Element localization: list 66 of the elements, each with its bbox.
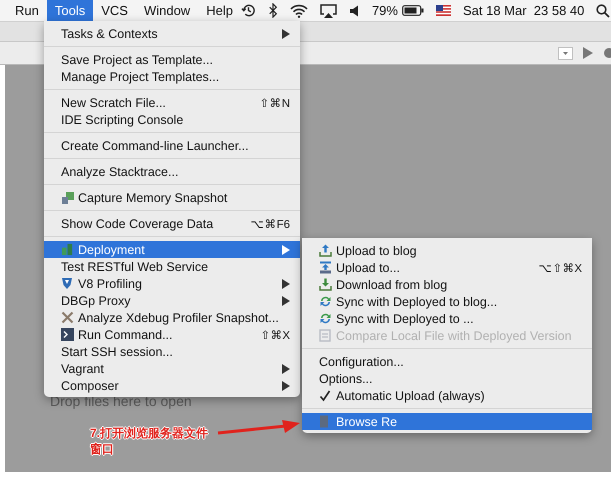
menu-item[interactable]: V8 Profiling — [44, 275, 300, 292]
clock[interactable]: Sat 18 Mar 23 58 40 — [462, 3, 584, 18]
menu-item[interactable]: Analyze Xdebug Profiler Snapshot... — [44, 309, 300, 326]
wifi-icon[interactable] — [290, 4, 308, 18]
battery-percent: 79% — [372, 3, 398, 18]
run-icon[interactable] — [583, 47, 593, 59]
submenu-arrow-icon — [282, 244, 290, 254]
menu-item[interactable]: DBGp Proxy — [44, 292, 300, 309]
menu-item[interactable]: Options... — [302, 370, 592, 387]
menu-item[interactable]: Vagrant — [44, 360, 300, 377]
menu-bar-item[interactable]: Tools — [46, 0, 94, 22]
bug-icon[interactable] — [603, 47, 611, 59]
menu-item[interactable]: Start SSH session... — [44, 343, 300, 360]
submenu-arrow-icon — [282, 28, 290, 38]
menu-item[interactable]: Upload to blog — [302, 242, 592, 259]
menu-item[interactable]: Test RESTful Web Service — [44, 258, 300, 275]
menu-item[interactable]: Browse Re — [302, 413, 592, 430]
shortcut-label: ⌥⇧⌘X — [538, 262, 582, 274]
menu-item[interactable]: Run Command... ⇧⌘X — [44, 326, 300, 343]
annotation-text: 7.打开浏览服务器文件窗口 — [90, 425, 210, 457]
cross-icon — [61, 311, 74, 324]
document-icon — [319, 329, 331, 342]
deployment-icon — [61, 243, 74, 256]
download-icon — [319, 278, 332, 291]
battery-icon[interactable] — [402, 5, 424, 16]
upload-icon — [319, 244, 332, 257]
upload-icon — [319, 261, 332, 274]
menu-bar-item[interactable]: Run — [7, 0, 47, 22]
arrow-icon — [216, 419, 302, 437]
menu-item[interactable]: IDE Scripting Console — [44, 111, 300, 128]
shortcut-label: ⌥⌘F6 — [250, 218, 290, 230]
sync-icon — [319, 295, 332, 308]
menu-item[interactable]: Sync with Deployed to blog... — [302, 293, 592, 310]
speaker-icon[interactable] — [348, 4, 360, 16]
terminal-icon — [61, 328, 74, 341]
flag-icon[interactable] — [436, 5, 451, 16]
shield-icon — [61, 277, 73, 290]
airplay-icon[interactable] — [320, 4, 337, 18]
menu-item[interactable]: Sync with Deployed to ... — [302, 310, 592, 327]
menu-bar-item[interactable]: Help — [198, 0, 241, 22]
history-icon[interactable] — [240, 3, 256, 18]
server-icon — [319, 415, 329, 428]
menu-item[interactable]: New Scratch File... ⇧⌘N — [44, 94, 300, 111]
menu-bar-item[interactable]: Window — [136, 0, 198, 22]
check-icon — [319, 390, 331, 402]
menu-item[interactable]: Create Command-line Launcher... — [44, 137, 300, 154]
menu-item[interactable]: Upload to... ⌥⇧⌘X — [302, 259, 592, 276]
menu-item[interactable]: Analyze Stacktrace... — [44, 163, 300, 180]
menu-item[interactable]: Manage Project Templates... — [44, 68, 300, 85]
dropdown-icon[interactable] — [558, 46, 573, 60]
menu-item[interactable]: Save Project as Template... — [44, 51, 300, 68]
menu-item[interactable]: Automatic Upload (always) — [302, 387, 592, 404]
menu-item[interactable]: Deployment — [44, 241, 300, 258]
menu-bar-item[interactable]: VCS — [93, 0, 136, 22]
memory-chip-icon — [61, 190, 75, 204]
shortcut-label: ⇧⌘X — [260, 328, 290, 342]
menu-item[interactable]: Capture Memory Snapshot — [44, 189, 300, 206]
menu-item[interactable]: Composer — [44, 377, 300, 394]
shortcut-label: ⇧⌘N — [260, 96, 290, 110]
sync-icon — [319, 312, 332, 325]
bluetooth-icon[interactable] — [268, 3, 278, 18]
menu-item[interactable]: Download from blog — [302, 276, 592, 293]
menu-item[interactable]: Configuration... — [302, 353, 592, 370]
menu-item[interactable]: Show Code Coverage Data ⌥⌘F6 — [44, 215, 300, 232]
menu-item[interactable]: Tasks & Contexts — [44, 25, 300, 42]
search-icon[interactable] — [596, 4, 610, 18]
